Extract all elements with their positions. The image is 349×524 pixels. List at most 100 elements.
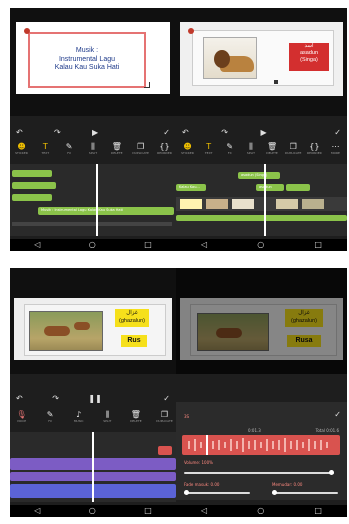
tool-split[interactable]: ⫼ SPLIT (99, 410, 116, 423)
recents-icon[interactable]: □ (314, 241, 322, 249)
tool-voice[interactable]: 🎙 VOICE (13, 410, 30, 423)
slide-canvas: Musik : Instrumental Lagu Kalau Kau Suka… (16, 22, 170, 94)
word-label[interactable]: أسد asadun (Singa) (289, 43, 329, 71)
back-icon[interactable]: ◁ (34, 241, 40, 249)
word-label[interactable]: غزال (ghazalun) (115, 309, 149, 327)
play-icon[interactable]: ▶ (92, 129, 98, 137)
confirm-icon[interactable]: ✓ (163, 129, 170, 137)
home-icon[interactable]: ○ (89, 241, 96, 249)
waveform-playhead[interactable] (206, 435, 208, 455)
recents-icon[interactable]: □ (144, 507, 152, 515)
redo-icon[interactable]: ↷ (52, 395, 59, 403)
undo-icon[interactable]: ↶ (16, 129, 23, 137)
text-icon: T (42, 142, 48, 151)
tool-split[interactable]: ⫼ SPLIT (242, 142, 259, 155)
home-icon[interactable]: ○ (257, 507, 264, 515)
tool-fx[interactable]: ✎ FX (61, 142, 78, 155)
playhead[interactable] (92, 432, 94, 502)
pause-icon[interactable]: ❚❚ (88, 395, 101, 403)
title-card[interactable]: Musik : Instrumental Lagu Kalau Kau Suka… (28, 32, 146, 88)
fade-out-slider-knob[interactable] (272, 490, 277, 495)
confirm-icon[interactable]: ✓ (163, 395, 170, 403)
playhead[interactable] (264, 164, 266, 236)
word-meaning: (Singa) (300, 57, 318, 63)
reorder-icon: {} (159, 142, 170, 151)
pen-icon: ✎ (46, 410, 54, 419)
delete-handle-icon[interactable] (24, 28, 30, 34)
tool-split[interactable]: ⫼ SPLIT (84, 142, 101, 155)
tool-sticker[interactable]: ☻ STICKER (13, 142, 30, 155)
back-icon[interactable]: ◁ (34, 507, 40, 515)
text-clip[interactable]: asadun (Singa) (238, 172, 280, 179)
redo-icon[interactable]: ↷ (221, 129, 228, 137)
text-clip[interactable] (286, 184, 310, 191)
lion-mane-shape (214, 50, 230, 68)
playhead[interactable] (96, 164, 98, 236)
split-icon: ⫼ (249, 142, 253, 151)
play-icon[interactable]: ▶ (261, 129, 267, 137)
screenshot-panel-4: غزال (ghazalun) Rusa 3S ✓ 0:01.3 Total 0… (176, 268, 347, 517)
tool-reorder[interactable]: {} REORDER (306, 142, 323, 155)
tool-reorder[interactable]: {} REORDER (156, 142, 173, 155)
text-clip[interactable]: Kalau Kau... (176, 184, 206, 191)
text-clip[interactable] (12, 170, 52, 177)
music-clip[interactable]: Musik : Instrumental Lagu Kalau Kau Suka… (38, 207, 174, 215)
lion-card[interactable]: أسد asadun (Singa) (192, 30, 334, 86)
text-clip[interactable] (12, 194, 52, 201)
tool-text[interactable]: T TEXT (200, 142, 217, 155)
resize-handle-icon[interactable] (274, 80, 278, 84)
timeline[interactable] (10, 432, 176, 502)
video-preview[interactable]: Musik : Instrumental Lagu Kalau Kau Suka… (10, 8, 176, 116)
delete-handle-icon[interactable] (188, 28, 194, 34)
undo-icon[interactable]: ↶ (182, 129, 189, 137)
video-thumbnail (206, 199, 228, 209)
home-icon[interactable]: ○ (89, 507, 96, 515)
tool-delete[interactable]: 🗑 DELETE (108, 142, 125, 155)
total-time: Total 0:01.6 (315, 428, 339, 433)
redo-icon[interactable]: ↷ (54, 129, 61, 137)
meaning-label[interactable]: Rus (121, 335, 147, 347)
track-scrollbar[interactable] (12, 222, 172, 226)
video-preview[interactable]: أسد asadun (Singa) (176, 8, 347, 116)
title-line-2: Instrumental Lagu (58, 55, 116, 63)
fade-in-slider-knob[interactable] (184, 490, 189, 495)
recents-icon[interactable]: □ (314, 507, 322, 515)
home-icon[interactable]: ○ (257, 241, 264, 249)
back-icon[interactable]: ◁ (201, 241, 207, 249)
tool-duplicate[interactable]: ❐ DUPLICATE (156, 410, 173, 423)
timeline[interactable]: Musik : Instrumental Lagu Kalau Kau Suka… (10, 164, 176, 236)
copy-icon: ❐ (289, 142, 297, 151)
tool-delete[interactable]: 🗑 DELETE (264, 142, 281, 155)
video-track[interactable] (176, 197, 347, 211)
tool-duplicate[interactable]: ❐ DUPLICATE (132, 142, 149, 155)
screenshot-panel-2: أسد asadun (Singa) ↶ ↷ ▶ · ✓ ☻STICKER TT… (176, 8, 347, 251)
timeline[interactable]: asadun (Singa) Kalau Kau... asadun (176, 164, 347, 236)
resize-handle-icon[interactable] (144, 82, 150, 88)
text-clip[interactable] (12, 182, 56, 189)
tool-more[interactable]: ⋯ MORE (327, 142, 344, 155)
video-preview[interactable]: غزال (ghazalun) Rusa (176, 268, 347, 374)
confirm-icon[interactable]: ✓ (334, 410, 341, 419)
tool-text[interactable]: T TEXT (37, 142, 54, 155)
tool-sticker[interactable]: ☻ STICKER (179, 142, 196, 155)
music-clip[interactable] (176, 215, 347, 221)
tool-fx[interactable]: ✎ FX (42, 410, 59, 423)
deer-card[interactable]: غزال (ghazalun) Rus (24, 304, 166, 356)
tool-duplicate[interactable]: ❐ DUPLICATE (285, 142, 302, 155)
audio-clip-selected[interactable] (158, 446, 172, 455)
video-preview[interactable]: غزال (ghazalun) Rus (10, 268, 176, 374)
audio-waveform[interactable] (182, 435, 340, 455)
tool-fx[interactable]: ✎ FX (221, 142, 238, 155)
recents-icon[interactable]: □ (144, 241, 152, 249)
text-clip[interactable]: asadun (256, 184, 284, 191)
back-icon[interactable]: ◁ (201, 507, 207, 515)
tool-music[interactable]: ♪ MUSIC (70, 410, 87, 423)
volume-slider[interactable] (184, 472, 334, 474)
volume-slider-knob[interactable] (329, 470, 334, 475)
reorder-icon: {} (309, 142, 320, 151)
undo-icon[interactable]: ↶ (16, 395, 23, 403)
tool-delete[interactable]: 🗑 DELETE (127, 410, 144, 423)
fade-in-slider[interactable] (184, 492, 250, 494)
fade-out-slider[interactable] (272, 492, 338, 494)
confirm-icon[interactable]: ✓ (334, 129, 341, 137)
